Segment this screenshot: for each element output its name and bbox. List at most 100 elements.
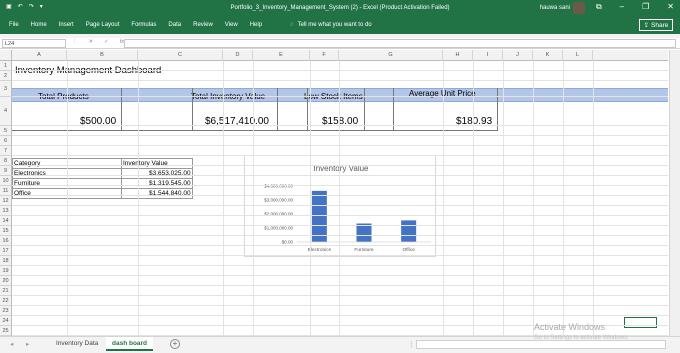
- chart-svg: Inventory Value $0.00$1,000,000.00$2,000…: [264, 164, 431, 253]
- gridline: [12, 285, 668, 286]
- share-label: Share: [651, 21, 669, 29]
- gridline: [12, 205, 668, 206]
- bar-office[interactable]: [401, 220, 417, 242]
- gridline: [12, 185, 668, 186]
- close-icon[interactable]: ✕: [667, 2, 674, 12]
- tab-home[interactable]: Home: [31, 22, 47, 28]
- add-sheet-icon[interactable]: +: [170, 339, 180, 349]
- tab-help[interactable]: Help: [250, 22, 262, 28]
- row-header[interactable]: 17: [0, 246, 12, 256]
- row-header[interactable]: 2: [0, 71, 12, 81]
- row-header[interactable]: 13: [0, 206, 12, 216]
- tab-page-layout[interactable]: Page Layout: [86, 22, 120, 28]
- tab-formulas[interactable]: Formulas: [131, 22, 156, 28]
- row-header[interactable]: 3: [0, 81, 12, 97]
- selected-cell[interactable]: [624, 317, 657, 328]
- row-header[interactable]: 9: [0, 166, 12, 176]
- gridline: [12, 315, 668, 316]
- tab-data[interactable]: Data: [168, 22, 181, 28]
- vertical-scrollbar[interactable]: [669, 50, 680, 336]
- sheet-tab-inventory-data[interactable]: Inventory Data: [50, 337, 104, 351]
- column-header[interactable]: K: [533, 50, 563, 61]
- row-header[interactable]: 16: [0, 236, 12, 246]
- gridline: [12, 96, 668, 97]
- restore-icon[interactable]: ❐: [642, 2, 649, 12]
- row-header[interactable]: 19: [0, 266, 12, 276]
- bar-furniture[interactable]: [356, 223, 372, 242]
- row-header[interactable]: 1: [0, 61, 12, 71]
- more-icon: ⋮: [72, 39, 78, 45]
- tab-file[interactable]: File: [9, 22, 19, 28]
- column-header[interactable]: H: [443, 50, 473, 61]
- column-header[interactable]: B: [67, 50, 138, 61]
- row-header[interactable]: 18: [0, 256, 12, 266]
- gridline: [12, 175, 668, 176]
- column-header[interactable]: C: [138, 50, 223, 61]
- row-header[interactable]: 11: [0, 186, 12, 196]
- row-header[interactable]: 7: [0, 146, 12, 156]
- x-tick-label: Furniture: [354, 247, 374, 253]
- tab-insert[interactable]: Insert: [59, 22, 74, 28]
- minimize-icon[interactable]: –: [620, 2, 624, 12]
- column-header[interactable]: A: [12, 50, 67, 61]
- row-header[interactable]: 4: [0, 97, 12, 126]
- inventory-value-chart[interactable]: Inventory Value $0.00 $1,000,000.00 $2,000…: [244, 155, 436, 257]
- category-table-row-line: [12, 188, 193, 189]
- column-header[interactable]: J: [503, 50, 533, 61]
- column-header[interactable]: I: [473, 50, 503, 61]
- ribbon: File Home Insert Page Layout Formulas Da…: [0, 17, 680, 34]
- row-header[interactable]: 24: [0, 316, 12, 326]
- row-header[interactable]: 10: [0, 176, 12, 186]
- column-headers: ABCDEFGHIJKL: [0, 50, 668, 61]
- x-tick-label: Office: [402, 247, 415, 253]
- share-button[interactable]: ⇪ Share: [639, 19, 673, 31]
- enter-icon[interactable]: ✓: [104, 39, 109, 45]
- window-controls: ⧉ – ❐ ✕: [596, 2, 674, 12]
- row-header[interactable]: 12: [0, 196, 12, 206]
- gridline: [12, 295, 668, 296]
- user-name[interactable]: hauwa sani: [540, 5, 570, 11]
- row-header[interactable]: 14: [0, 216, 12, 226]
- row-header[interactable]: 23: [0, 306, 12, 316]
- gridline: [12, 135, 668, 136]
- tell-me-box[interactable]: ◌ Tell me what you want to do: [290, 22, 372, 28]
- y-tick-label: $0.00: [282, 240, 294, 245]
- lightbulb-icon: ◌: [290, 22, 294, 28]
- horizontal-scrollbar[interactable]: [416, 340, 666, 349]
- formula-input[interactable]: [124, 39, 676, 48]
- avatar[interactable]: [573, 2, 585, 14]
- select-all-corner[interactable]: [0, 50, 12, 61]
- column-header[interactable]: D: [223, 50, 253, 61]
- gridline: [12, 245, 668, 246]
- row-header[interactable]: 5: [0, 126, 12, 136]
- tab-view[interactable]: View: [225, 22, 238, 28]
- gridline: [12, 305, 668, 306]
- column-header[interactable]: E: [253, 50, 310, 61]
- tab-review[interactable]: Review: [193, 22, 213, 28]
- sheet-tab-dash-board[interactable]: dash board: [106, 337, 154, 351]
- cancel-icon[interactable]: ✕: [89, 39, 94, 45]
- y-tick-label: $3,000,000.00: [264, 198, 293, 203]
- formula-buttons: ⋮ ✕ ✓ fx: [72, 39, 124, 45]
- row-header[interactable]: 22: [0, 296, 12, 306]
- gridline: [12, 125, 668, 126]
- ribbon-display-icon[interactable]: ⧉: [596, 2, 602, 12]
- next-sheet-icon[interactable]: ▸: [26, 340, 29, 348]
- row-header[interactable]: 21: [0, 286, 12, 296]
- tab-splitter-icon[interactable]: ⋮: [408, 340, 415, 348]
- column-header[interactable]: L: [563, 50, 593, 61]
- column-header[interactable]: G: [339, 50, 443, 61]
- gridline: [12, 275, 668, 276]
- row-header[interactable]: 25: [0, 326, 12, 336]
- worksheet-grid[interactable]: ABCDEFGHIJKL 1 2 3 4 5 6 7 8 9 10 11 12 13 14 15 16 17 18…: [0, 50, 668, 336]
- prev-sheet-icon[interactable]: ◂: [10, 340, 13, 348]
- column-header[interactable]: F: [310, 50, 339, 61]
- row-header[interactable]: 15: [0, 226, 12, 236]
- row-header[interactable]: 20: [0, 276, 12, 286]
- name-box[interactable]: L24: [2, 39, 66, 48]
- activation-watermark-subtext: Go to Settings to activate Windows.: [534, 335, 629, 341]
- gridline: [12, 255, 668, 256]
- row-header[interactable]: 8: [0, 156, 12, 166]
- row-header[interactable]: 6: [0, 136, 12, 146]
- gridline: [12, 195, 668, 196]
